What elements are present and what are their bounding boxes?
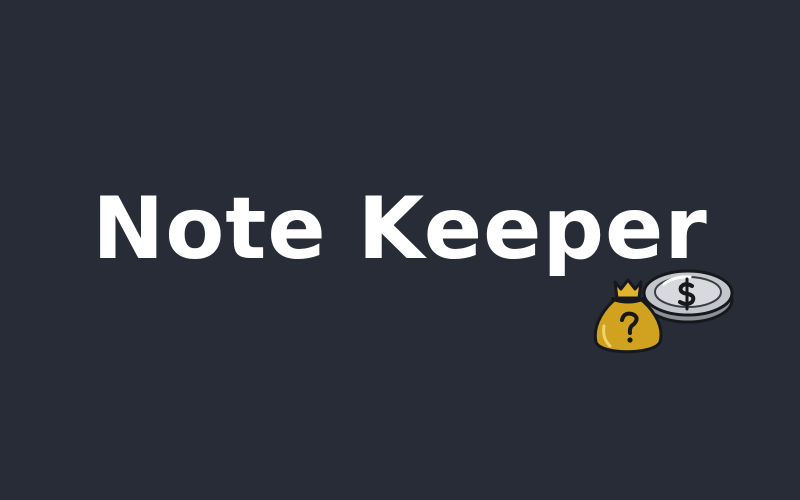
splash-screen: Note Keeper (0, 0, 800, 500)
money-bag-icon (593, 278, 663, 354)
